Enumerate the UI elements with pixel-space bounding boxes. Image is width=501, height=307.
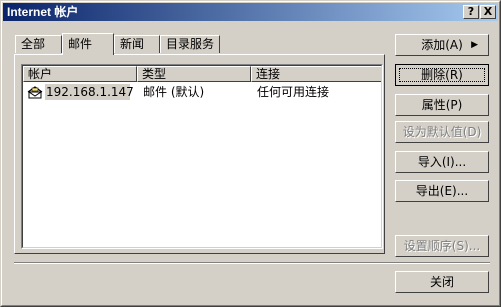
internet-accounts-dialog: Internet 帐户 ? X 全部 邮件 新闻 目录服务 帐户 类型 连接 1… — [0, 0, 501, 307]
import-button-label: 导入(I)... — [417, 155, 467, 169]
import-button[interactable]: 导入(I)... — [395, 151, 489, 173]
set-order-button-label: 设置顺序(S)... — [403, 239, 481, 253]
set-order-button[interactable]: 设置顺序(S)... — [395, 235, 489, 257]
row-account-type: 邮件 (默认) — [143, 85, 205, 99]
set-default-button[interactable]: 设为默认值(D) — [395, 121, 489, 143]
add-button[interactable]: 添加(A) ▶ — [395, 34, 489, 56]
title-bar[interactable]: Internet 帐户 ? X — [3, 3, 498, 21]
tab-news-label: 新闻 — [120, 37, 145, 51]
properties-button-label: 属性(P) — [421, 98, 463, 112]
column-header-connection[interactable]: 连接 — [251, 66, 381, 82]
close-dialog-button-label: 关闭 — [429, 275, 454, 289]
export-button-label: 导出(E)... — [415, 184, 469, 198]
column-header-connection-label: 连接 — [256, 67, 281, 81]
tab-all-label: 全部 — [21, 37, 46, 51]
row-account-name: 192.168.1.147 — [45, 84, 134, 100]
divider — [14, 262, 490, 264]
tab-news[interactable]: 新闻 — [114, 35, 160, 53]
properties-button[interactable]: 属性(P) — [395, 94, 489, 116]
menu-arrow-icon: ▶ — [471, 40, 478, 50]
column-header-account-label: 帐户 — [28, 67, 53, 81]
row-account-connection: 任何可用连接 — [257, 85, 330, 99]
column-header-account[interactable]: 帐户 — [23, 66, 137, 82]
remove-button[interactable]: 删除(R) — [395, 64, 489, 86]
column-header-type-label: 类型 — [142, 67, 167, 81]
account-list-body: 帐户 类型 连接 192.168.1.147 邮件 (默认) 任何可用连接 — [22, 65, 382, 248]
add-button-label: 添加(A) — [421, 38, 463, 52]
window-title: Internet 帐户 — [7, 5, 79, 19]
tab-all[interactable]: 全部 — [15, 35, 62, 53]
set-default-button-label: 设为默认值(D) — [402, 125, 482, 139]
column-header-type[interactable]: 类型 — [137, 66, 251, 82]
close-button[interactable]: X — [480, 5, 496, 19]
tab-directory-service-label: 目录服务 — [166, 37, 215, 51]
tab-directory-service[interactable]: 目录服务 — [160, 35, 220, 53]
account-list[interactable]: 帐户 类型 连接 192.168.1.147 邮件 (默认) 任何可用连接 — [21, 64, 383, 249]
tab-mail[interactable]: 邮件 — [62, 33, 114, 55]
help-button[interactable]: ? — [463, 5, 479, 19]
mail-account-icon — [26, 84, 44, 100]
export-button[interactable]: 导出(E)... — [395, 180, 489, 202]
close-dialog-button[interactable]: 关闭 — [395, 271, 489, 293]
tab-mail-label: 邮件 — [68, 37, 93, 51]
focus-ring — [399, 68, 485, 82]
